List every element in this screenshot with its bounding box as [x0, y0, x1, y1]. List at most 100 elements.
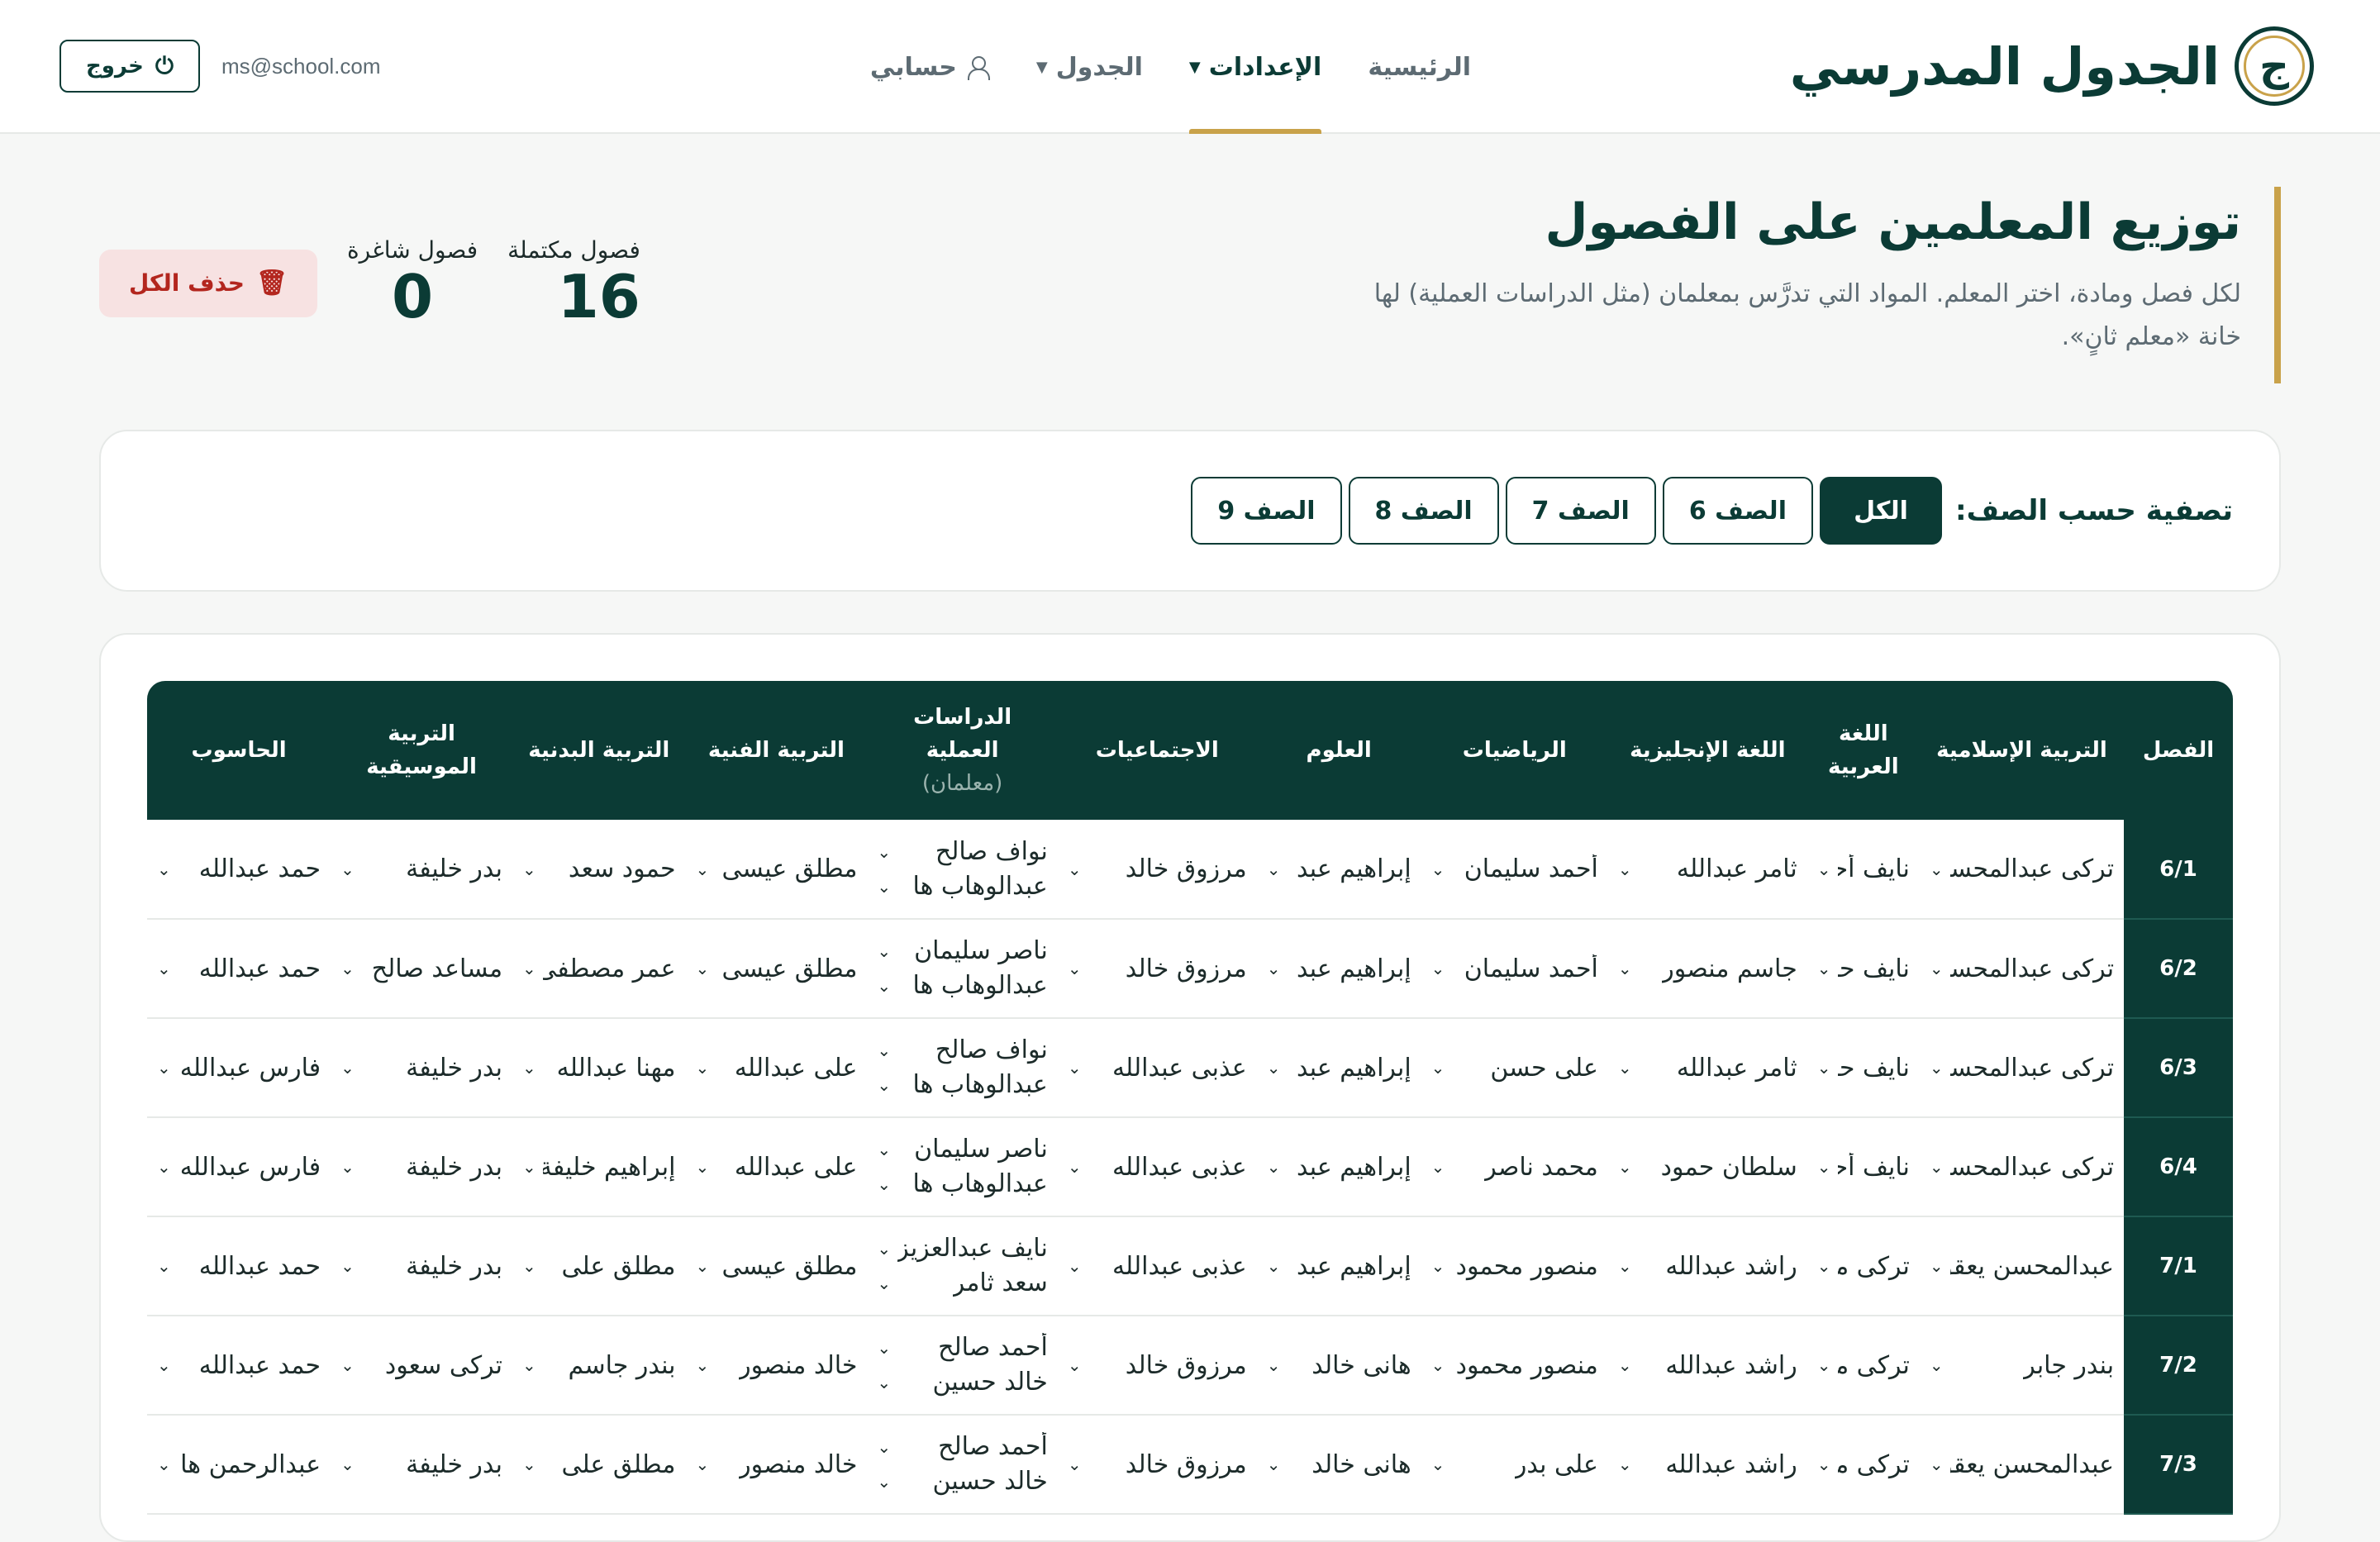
teacher-select[interactable]: تركى عبدالمحسن ⌄ [1930, 954, 2114, 983]
teacher-select[interactable]: حمود سعد ⌄ [522, 854, 675, 883]
filter-chip-grade-7[interactable]: الصف 7 [1505, 477, 1656, 545]
teacher-select[interactable]: تركى عبدالمحسن ⌄ [1930, 1153, 2114, 1182]
teacher-select[interactable]: أحمد سليمان ⌄ [1431, 854, 1598, 883]
teacher-select[interactable]: إبراهيم عبد ⌄ [1267, 954, 1411, 983]
teacher-select[interactable]: راشد عبدالله ⌄ [1618, 1252, 1797, 1281]
teacher-select[interactable]: خالد حسين ⌄ [877, 1466, 1047, 1497]
teacher-select[interactable]: مطلق عيسى ⌄ [695, 854, 857, 883]
nav-item-home[interactable]: الرئيسية [1368, 0, 1471, 134]
teacher-select[interactable]: بدر خليفة ⌄ [340, 854, 502, 883]
teacher-cell: مطلق عيسى ⌄ [685, 919, 868, 1019]
teacher-select[interactable]: على عبدالله ⌄ [695, 1153, 857, 1182]
teacher-select[interactable]: تركى عبدالمحسن ⌄ [1930, 854, 2114, 883]
teacher-select[interactable]: حمد عبدالله ⌄ [157, 1252, 321, 1281]
brand[interactable]: ج الجدول المدرسي [1790, 25, 2314, 107]
teacher-select[interactable]: تركى عبدالمحسن ⌄ [1930, 1054, 2114, 1083]
teacher-select[interactable]: مساعد صالح ⌄ [340, 954, 502, 983]
teacher-select[interactable]: عبدالمحسن يعقوب ⌄ [1930, 1450, 2114, 1479]
teacher-select[interactable]: فارس عبدالله ⌄ [157, 1054, 321, 1083]
teacher-select[interactable]: نايف عبدالعزيز ⌄ [877, 1233, 1047, 1264]
teacher-select[interactable]: عبدالمحسن يعقوب ⌄ [1930, 1252, 2114, 1281]
teacher-select[interactable]: أحمد صالح ⌄ [877, 1431, 1047, 1463]
teacher-select[interactable]: عبدالوهاب ها ⌄ [877, 1168, 1047, 1200]
teacher-select[interactable]: بندر جاسم ⌄ [522, 1351, 675, 1380]
teacher-select[interactable]: عذبى عبدالله ⌄ [1068, 1153, 1247, 1182]
teacher-select[interactable]: حمد عبدالله ⌄ [157, 1351, 321, 1380]
chevron-down-icon: ▼ [1188, 58, 1201, 76]
teacher-select[interactable]: تركى محمد ⌄ [1817, 1252, 1910, 1281]
nav-item-settings[interactable]: الإعدادات ▼ [1188, 0, 1322, 134]
teacher-select[interactable]: فارس عبدالله ⌄ [157, 1153, 321, 1182]
teacher-select[interactable]: راشد عبدالله ⌄ [1618, 1351, 1797, 1380]
teacher-select[interactable]: ناصر سليمان ⌄ [877, 1134, 1047, 1165]
teacher-select[interactable]: نواف صالح ⌄ [877, 836, 1047, 868]
teacher-select[interactable]: على عبدالله ⌄ [695, 1054, 857, 1083]
teacher-select[interactable]: مرزوق خالد ⌄ [1068, 954, 1247, 983]
teacher-select[interactable]: عذبى عبدالله ⌄ [1068, 1252, 1247, 1281]
filter-chip-all[interactable]: الكل [1819, 477, 1942, 545]
nav-item-account[interactable]: حسابي [870, 0, 990, 134]
teacher-select[interactable]: بدر خليفة ⌄ [340, 1054, 502, 1083]
teacher-select[interactable]: حمد عبدالله ⌄ [157, 954, 321, 983]
teacher-select[interactable]: خالد منصور ⌄ [695, 1351, 857, 1380]
teacher-select[interactable]: نايف أحمد ⌄ [1817, 1153, 1910, 1182]
teacher-select[interactable]: نايف أحمد ⌄ [1817, 854, 1910, 883]
teacher-select[interactable]: سعد ثامر ⌄ [877, 1268, 1047, 1299]
teacher-select[interactable]: سلطان حمود ⌄ [1618, 1153, 1797, 1182]
teacher-select[interactable]: محمد ناصر ⌄ [1431, 1153, 1598, 1182]
teacher-select[interactable]: مطلق عيسى ⌄ [695, 1252, 857, 1281]
teacher-select[interactable]: إبراهيم عبد ⌄ [1267, 854, 1411, 883]
teacher-select[interactable]: هانى خالد ⌄ [1267, 1450, 1411, 1479]
teacher-select[interactable]: عبدالوهاب ها ⌄ [877, 970, 1047, 1002]
teacher-select[interactable]: تركى محمد ⌄ [1817, 1450, 1910, 1479]
teacher-select[interactable]: إبراهيم عبد ⌄ [1267, 1252, 1411, 1281]
teacher-select[interactable]: تركى محمد ⌄ [1817, 1351, 1910, 1380]
teacher-select-value: ثامر عبدالله [1676, 854, 1797, 883]
teacher-select[interactable]: إبراهيم عبد ⌄ [1267, 1054, 1411, 1083]
teacher-select[interactable]: عذبى عبدالله ⌄ [1068, 1054, 1247, 1083]
teacher-select[interactable]: مهنا عبدالله ⌄ [522, 1054, 675, 1083]
delete-all-button[interactable]: 🗑 حذف الكل [99, 249, 317, 317]
teacher-select[interactable]: منصور محمود ⌄ [1431, 1351, 1598, 1380]
teacher-select[interactable]: أحمد سليمان ⌄ [1431, 954, 1598, 983]
teacher-select[interactable]: خالد حسين ⌄ [877, 1367, 1047, 1398]
teacher-select[interactable]: على بدر ⌄ [1431, 1450, 1598, 1479]
logout-button[interactable]: ⏻ خروج [60, 40, 200, 93]
chevron-down-icon: ⌄ [1816, 1058, 1831, 1078]
teacher-select[interactable]: ثامر عبدالله ⌄ [1618, 854, 1797, 883]
nav-item-schedule[interactable]: الجدول ▼ [1036, 0, 1143, 134]
teacher-select[interactable]: هانى خالد ⌄ [1267, 1351, 1411, 1380]
teacher-select[interactable]: عبدالوهاب ها ⌄ [877, 871, 1047, 902]
teacher-select[interactable]: مرزوق خالد ⌄ [1068, 1351, 1247, 1380]
teacher-select[interactable]: ثامر عبدالله ⌄ [1618, 1054, 1797, 1083]
teacher-select[interactable]: إبراهيم عبد ⌄ [1267, 1153, 1411, 1182]
teacher-select[interactable]: مطلق على ⌄ [522, 1252, 675, 1281]
teacher-select[interactable]: خالد منصور ⌄ [695, 1450, 857, 1479]
filter-chip-grade-9[interactable]: الصف 9 [1191, 477, 1342, 545]
teacher-select[interactable]: على حسن ⌄ [1431, 1054, 1598, 1083]
teacher-select[interactable]: بدر خليفة ⌄ [340, 1252, 502, 1281]
teacher-select[interactable]: مرزوق خالد ⌄ [1068, 854, 1247, 883]
teacher-select[interactable]: نايف حسن ⌄ [1817, 954, 1910, 983]
teacher-select[interactable]: منصور محمود ⌄ [1431, 1252, 1598, 1281]
teacher-select[interactable]: بندر جابر ⌄ [1930, 1351, 2114, 1380]
teacher-select[interactable]: نايف حسن ⌄ [1817, 1054, 1910, 1083]
teacher-select[interactable]: مرزوق خالد ⌄ [1068, 1450, 1247, 1479]
teacher-select[interactable]: تركى سعود ⌄ [340, 1351, 502, 1380]
teacher-select[interactable]: عمر مصطفى ⌄ [522, 954, 675, 983]
teacher-select[interactable]: أحمد صالح ⌄ [877, 1332, 1047, 1364]
teacher-select[interactable]: ناصر سليمان ⌄ [877, 935, 1047, 967]
teacher-select[interactable]: مطلق على ⌄ [522, 1450, 675, 1479]
teacher-select[interactable]: جاسم منصور ⌄ [1618, 954, 1797, 983]
teacher-select[interactable]: بدر خليفة ⌄ [340, 1450, 502, 1479]
teacher-select[interactable]: راشد عبدالله ⌄ [1618, 1450, 1797, 1479]
teacher-select[interactable]: حمد عبدالله ⌄ [157, 854, 321, 883]
teacher-select[interactable]: مطلق عيسى ⌄ [695, 954, 857, 983]
teacher-select[interactable]: بدر خليفة ⌄ [340, 1153, 502, 1182]
teacher-select[interactable]: إبراهيم خليفة ⌄ [522, 1153, 675, 1182]
teacher-select[interactable]: عبدالوهاب ها ⌄ [877, 1069, 1047, 1101]
filter-chip-grade-6[interactable]: الصف 6 [1662, 477, 1813, 545]
filter-chip-grade-8[interactable]: الصف 8 [1348, 477, 1499, 545]
teacher-select[interactable]: عبدالرحمن ها ⌄ [157, 1450, 321, 1479]
teacher-select[interactable]: نواف صالح ⌄ [877, 1035, 1047, 1066]
